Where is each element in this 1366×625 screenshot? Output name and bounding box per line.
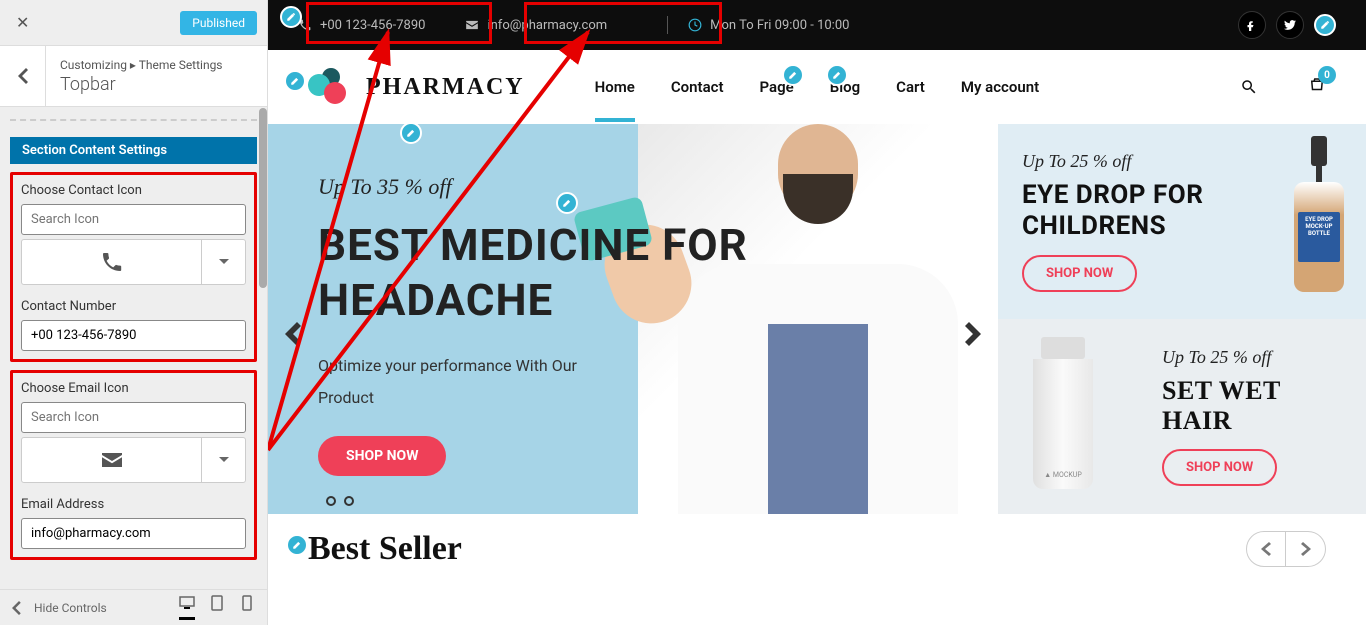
- side-banner-1: Up To 25 % off EYE DROP FORCHILDRENS SHO…: [998, 124, 1366, 319]
- hero-title: BEST MEDICINE FORHEADACHE: [318, 218, 748, 328]
- topbar-hours: Mon To Fri 09:00 - 10:00: [688, 18, 849, 33]
- breadcrumb-title: Topbar: [60, 74, 253, 95]
- main-nav: PHARMACY Home Contact Page Blog Cart My …: [268, 50, 1366, 124]
- envelope-icon: [22, 438, 201, 482]
- logo-icon: [308, 68, 356, 106]
- nav-cart[interactable]: Cart: [896, 78, 925, 96]
- edit-badge[interactable]: [400, 122, 422, 144]
- device-toggle: [179, 595, 255, 620]
- side-title: SET WET HAIR: [1162, 376, 1342, 436]
- side-shop-now-button[interactable]: SHOP NOW: [1162, 449, 1277, 486]
- edit-badge[interactable]: [280, 6, 302, 28]
- contact-number-label: Contact Number: [21, 299, 246, 314]
- contact-number-input[interactable]: [21, 320, 246, 351]
- contact-icon-label: Choose Contact Icon: [21, 183, 246, 198]
- email-icon-picker[interactable]: [21, 437, 246, 483]
- chevron-down-icon[interactable]: [201, 438, 245, 482]
- side-banner-2: ▲ MOCKUP Up To 25 % off SET WET HAIR SHO…: [998, 319, 1366, 514]
- edit-badge[interactable]: [286, 534, 308, 556]
- chevron-down-icon[interactable]: [201, 240, 245, 284]
- nav-contact[interactable]: Contact: [671, 78, 724, 96]
- topbar-phone-text: +00 123-456-7890: [320, 18, 425, 33]
- product-image: EYE DROP MOCK-UP BOTTLE: [1294, 136, 1344, 296]
- cart-badge: 0: [1318, 66, 1336, 84]
- hero-description: Optimize your performance With OurProduc…: [318, 350, 748, 414]
- edit-badge[interactable]: [1314, 14, 1336, 36]
- contact-icon-picker[interactable]: [21, 239, 246, 285]
- section-content-settings-label: Section Content Settings: [10, 137, 257, 164]
- hide-controls-button[interactable]: Hide Controls: [12, 601, 107, 615]
- divider: [10, 115, 257, 121]
- prev-button[interactable]: [1246, 531, 1286, 567]
- edit-badge[interactable]: [284, 70, 306, 92]
- divider: [667, 16, 668, 34]
- topbar-phone: +00 123-456-7890: [298, 18, 425, 33]
- hero-shop-now-button[interactable]: SHOP NOW: [318, 436, 446, 476]
- hero-subtitle: Up To 35 % off: [318, 174, 748, 200]
- slider-dots: [326, 496, 354, 506]
- nav-account[interactable]: My account: [961, 78, 1039, 96]
- side-subtitle: Up To 25 % off: [1162, 347, 1342, 368]
- best-seller-title: Best Seller: [308, 530, 462, 568]
- phone-icon: [22, 240, 201, 284]
- breadcrumb: Customizing ▸ Theme Settings Topbar: [0, 46, 267, 107]
- email-icon-label: Choose Email Icon: [21, 381, 246, 396]
- envelope-icon: [465, 18, 479, 32]
- desktop-device-icon[interactable]: [179, 595, 195, 620]
- topbar: +00 123-456-7890 info@pharmacy.com Mon T…: [268, 0, 1366, 50]
- hero-side-banners: Up To 25 % off EYE DROP FORCHILDRENS SHO…: [998, 124, 1366, 514]
- slider-dot[interactable]: [326, 496, 336, 506]
- topbar-hours-text: Mon To Fri 09:00 - 10:00: [710, 18, 849, 33]
- edit-badge[interactable]: [826, 64, 848, 86]
- twitter-icon[interactable]: [1276, 11, 1304, 39]
- preview-area: +00 123-456-7890 info@pharmacy.com Mon T…: [268, 0, 1366, 625]
- hero-slider: Up To 35 % off BEST MEDICINE FORHEADACHE…: [268, 124, 998, 514]
- contact-icon-search-input[interactable]: [21, 204, 246, 235]
- email-address-label: Email Address: [21, 497, 246, 512]
- customizer-footer: Hide Controls: [0, 589, 267, 625]
- slider-dot[interactable]: [344, 496, 354, 506]
- product-image: ▲ MOCKUP: [1028, 337, 1098, 497]
- nav-home[interactable]: Home: [595, 78, 635, 96]
- email-address-input[interactable]: [21, 518, 246, 549]
- slider-next-button[interactable]: [958, 319, 988, 349]
- logo-text: PHARMACY: [366, 74, 525, 101]
- back-button[interactable]: [0, 46, 46, 106]
- next-button[interactable]: [1286, 531, 1326, 567]
- nav-links: Home Contact Page Blog Cart My account: [595, 78, 1039, 96]
- search-icon[interactable]: [1240, 78, 1258, 96]
- customizer-header: ✕ Published: [0, 0, 267, 46]
- slider-prev-button[interactable]: [278, 319, 308, 349]
- facebook-icon[interactable]: [1238, 11, 1266, 39]
- published-button[interactable]: Published: [180, 11, 257, 35]
- clock-icon: [688, 18, 702, 32]
- close-button[interactable]: ✕: [10, 7, 35, 38]
- bottle-label: EYE DROP MOCK-UP BOTTLE: [1298, 212, 1340, 262]
- edit-badge[interactable]: [782, 64, 804, 86]
- topbar-email: info@pharmacy.com: [465, 18, 607, 33]
- email-settings-highlight: Choose Email Icon Email Address: [10, 370, 257, 560]
- topbar-email-text: info@pharmacy.com: [487, 18, 607, 33]
- scrollbar[interactable]: [259, 108, 267, 288]
- cart-icon[interactable]: 0: [1308, 76, 1326, 98]
- edit-badge[interactable]: [556, 192, 578, 214]
- hero-row: Up To 35 % off BEST MEDICINE FORHEADACHE…: [268, 124, 1366, 514]
- email-icon-search-input[interactable]: [21, 402, 246, 433]
- side-shop-now-button[interactable]: SHOP NOW: [1022, 255, 1137, 292]
- breadcrumb-path: Customizing ▸ Theme Settings: [60, 58, 253, 72]
- tablet-device-icon[interactable]: [209, 595, 225, 620]
- logo[interactable]: PHARMACY: [308, 68, 525, 106]
- mobile-device-icon[interactable]: [239, 595, 255, 620]
- tube-label: ▲ MOCKUP: [1041, 471, 1085, 479]
- hide-controls-label: Hide Controls: [34, 601, 107, 615]
- customizer-content: Choose Contact Icon Contact Number Choo: [0, 172, 267, 589]
- contact-settings-highlight: Choose Contact Icon Contact Number: [10, 172, 257, 362]
- best-seller-section: Best Seller: [268, 514, 1366, 584]
- best-seller-nav: [1246, 531, 1326, 567]
- customizer-panel: ✕ Published Customizing ▸ Theme Settings…: [0, 0, 268, 625]
